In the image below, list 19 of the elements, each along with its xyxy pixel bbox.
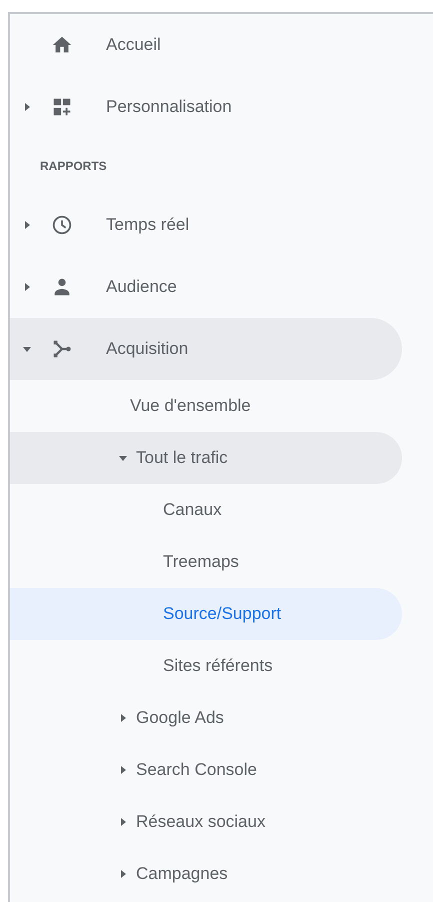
nav-item[interactable]: Réseaux sociaux xyxy=(10,796,402,848)
clock-icon xyxy=(51,214,73,236)
nav-item[interactable]: Canaux xyxy=(10,484,402,536)
nav-item[interactable]: Acquisition xyxy=(10,318,402,380)
nav-item[interactable]: Audience xyxy=(10,256,402,318)
nav-item[interactable]: Tout le trafic xyxy=(10,432,402,484)
nav-item[interactable]: Personnalisation xyxy=(10,76,402,138)
nav-item[interactable]: Campagnes xyxy=(10,848,402,900)
nav-item[interactable]: Source/Support xyxy=(10,588,402,640)
dashboard-add-icon xyxy=(51,96,73,118)
nav-item[interactable]: Search Console xyxy=(10,744,402,796)
nav-item[interactable]: Treemaps xyxy=(10,536,402,588)
nav-item[interactable]: Google Ads xyxy=(10,692,402,744)
section-heading: RAPPORTS xyxy=(39,158,108,175)
nav-item[interactable]: Accueil xyxy=(10,14,402,76)
nav-item[interactable]: Sites référents xyxy=(10,640,402,692)
branch-icon xyxy=(51,338,73,360)
nav-item[interactable]: Temps réel xyxy=(10,194,402,256)
nav-item[interactable]: Vue d'ensemble xyxy=(10,380,402,432)
